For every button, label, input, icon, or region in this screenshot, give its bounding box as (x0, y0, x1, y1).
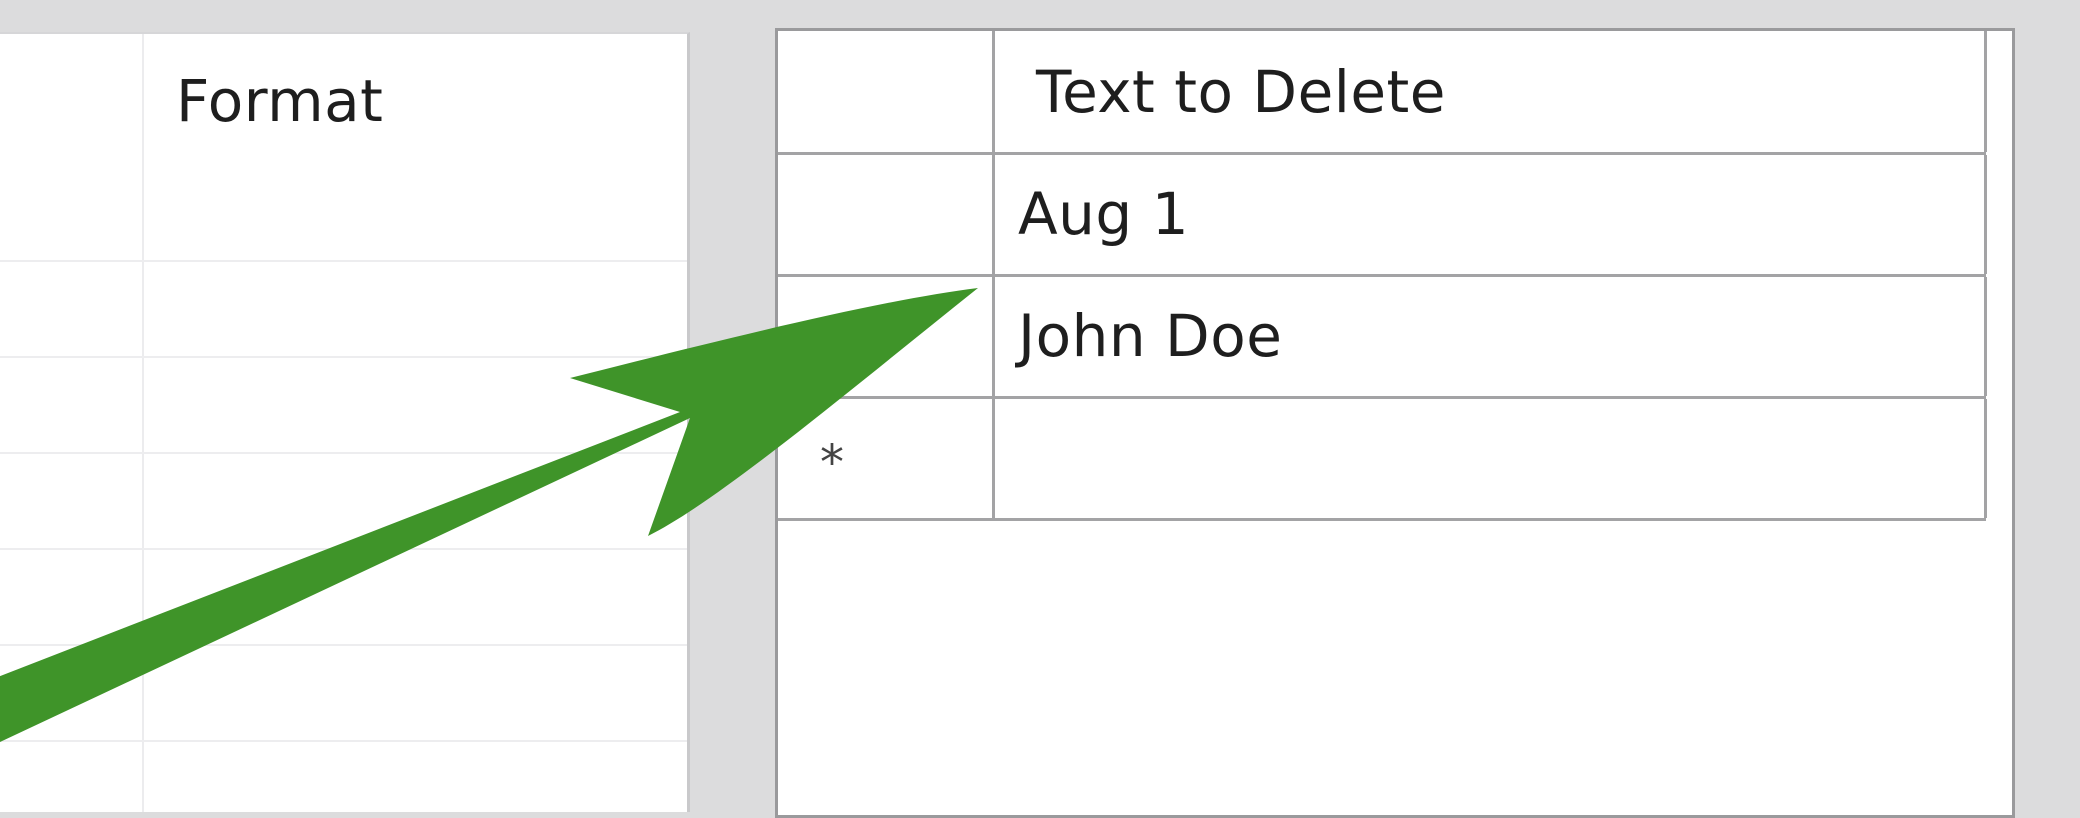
text-to-delete-cell[interactable]: John Doe (1018, 307, 1282, 365)
format-grid-row-line (0, 452, 687, 454)
format-grid-row-line (0, 260, 687, 262)
grid-right-border (1984, 31, 1987, 152)
format-grid-column-divider (142, 34, 144, 812)
grid-body: Text to Delete Aug 1 John Doe * (778, 31, 1987, 521)
grid-right-border (1984, 399, 1987, 518)
text-to-delete-grid: Text to Delete Aug 1 John Doe * (775, 28, 2015, 818)
format-column-header[interactable]: Format (176, 72, 383, 130)
text-to-delete-column-header[interactable]: Text to Delete (1036, 63, 1446, 121)
format-grid: Format (0, 32, 690, 812)
table-row[interactable]: Aug 1 (778, 155, 1987, 277)
text-to-delete-cell[interactable]: Aug 1 (1018, 185, 1189, 243)
format-grid-row-line (0, 356, 687, 358)
format-grid-row-line (0, 548, 687, 550)
table-row[interactable]: John Doe (778, 277, 1987, 399)
new-row[interactable]: * (778, 399, 1987, 521)
row-selector[interactable] (778, 155, 995, 274)
row-selector[interactable] (778, 277, 995, 396)
grid-right-border (1984, 277, 1987, 396)
new-row-marker: * (820, 435, 844, 491)
format-grid-row-line (0, 644, 687, 646)
grid-corner-cell[interactable] (778, 31, 995, 152)
grid-header-row: Text to Delete (778, 31, 1987, 155)
new-row-selector[interactable]: * (778, 399, 995, 518)
format-grid-row-line (0, 740, 687, 742)
grid-right-border (1984, 155, 1987, 274)
